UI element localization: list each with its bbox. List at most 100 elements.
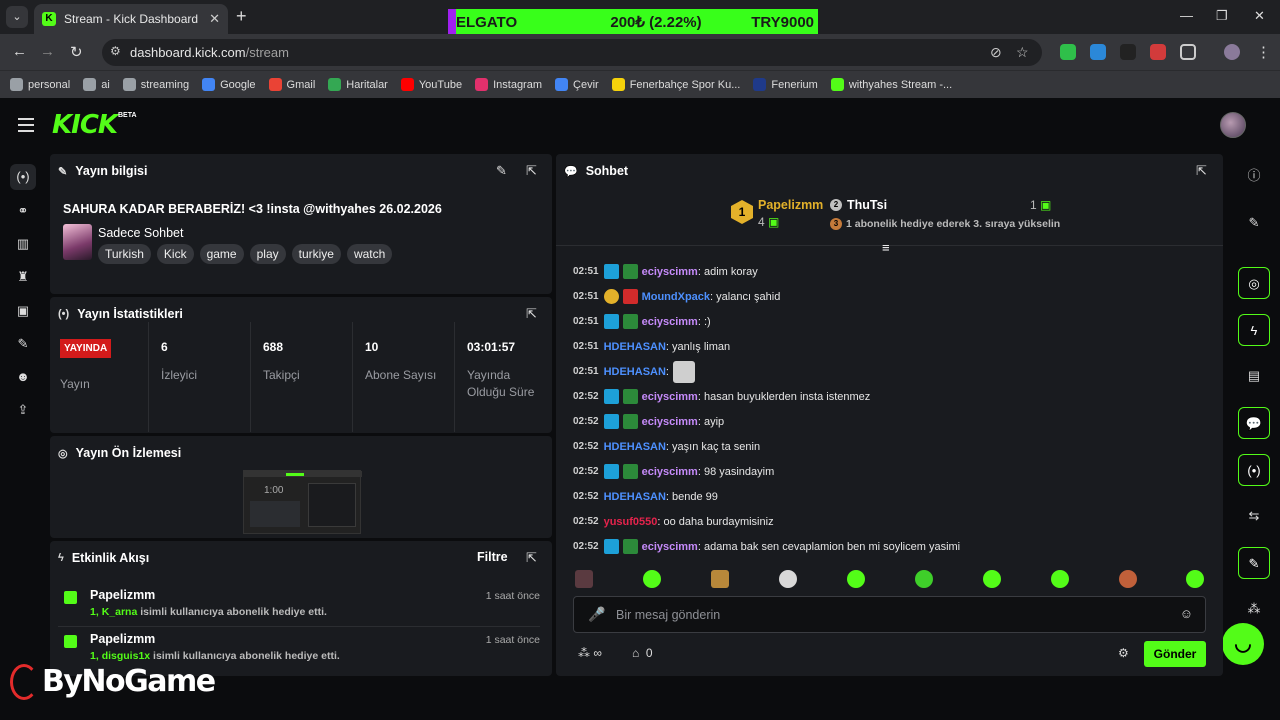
extension-icon[interactable]: [1150, 44, 1166, 60]
message-username[interactable]: MoundXpack: [642, 291, 710, 303]
emote-icon[interactable]: [983, 570, 1001, 588]
bookmark-item[interactable]: Google: [202, 78, 256, 91]
bookmark-item[interactable]: Haritalar: [328, 78, 388, 91]
menu-icon[interactable]: [18, 118, 34, 132]
event-user[interactable]: Papelizmm: [90, 588, 155, 602]
top-gifter-name[interactable]: Papelizmm: [758, 198, 823, 212]
bookmark-item[interactable]: streaming: [122, 78, 189, 91]
stream-preview-video[interactable]: 1:00: [243, 470, 362, 534]
lightning-icon[interactable]: ϟ: [1238, 314, 1270, 346]
bookmark-item[interactable]: Fenerium: [753, 78, 818, 91]
broadcast-icon[interactable]: (•): [1238, 454, 1270, 486]
forward-icon[interactable]: →: [40, 43, 55, 60]
bookmark-item[interactable]: YouTube: [400, 78, 462, 91]
browser-menu-icon[interactable]: ⋮: [1256, 43, 1271, 61]
event-user[interactable]: Papelizmm: [90, 632, 155, 646]
close-window-icon[interactable]: ✕: [1254, 8, 1265, 24]
shield-extension-icon[interactable]: [1060, 44, 1076, 60]
share-icon[interactable]: ⁂: [1238, 593, 1270, 625]
microphone-icon[interactable]: 🎤: [588, 606, 605, 623]
back-icon[interactable]: ←: [12, 43, 27, 60]
chat-icon[interactable]: 💬: [1238, 407, 1270, 439]
profile-avatar-icon[interactable]: [1224, 44, 1240, 60]
store-counter[interactable]: ⌂ 0: [632, 646, 653, 660]
support-headset-icon[interactable]: ◡: [1222, 623, 1264, 665]
tag-chip[interactable]: Turkish: [98, 244, 151, 264]
message-username[interactable]: eciyscimm: [642, 266, 698, 278]
emote-icon[interactable]: [915, 570, 933, 588]
chat-settings-icon[interactable]: ⚙: [1118, 646, 1129, 660]
tag-chip[interactable]: game: [199, 244, 244, 264]
emote-icon[interactable]: [1119, 570, 1137, 588]
browser-tab[interactable]: K Stream - Kick Dashboard ✕: [34, 4, 228, 34]
bookmark-item[interactable]: Çevir: [555, 78, 599, 91]
message-username[interactable]: yusuf0550: [604, 516, 658, 528]
channel-points[interactable]: ⁂ ∞: [578, 646, 602, 660]
analytics-icon[interactable]: ▥: [10, 231, 36, 257]
message-username[interactable]: HDEHASAN: [604, 341, 666, 353]
message-username[interactable]: eciyscimm: [642, 466, 698, 478]
minimize-icon[interactable]: —: [1180, 8, 1193, 23]
bookmark-item[interactable]: Fenerbahçe Spor Ku...: [611, 78, 740, 91]
upload-icon[interactable]: ⇪: [10, 397, 36, 423]
edit-icon[interactable]: ✎: [1238, 207, 1270, 239]
message-username[interactable]: HDEHASAN: [604, 366, 666, 378]
avatar[interactable]: [1220, 112, 1246, 138]
event-target[interactable]: disguis1x: [102, 650, 150, 662]
tab-search-icon[interactable]: ⌄: [6, 6, 28, 28]
message-username[interactable]: eciyscimm: [642, 416, 698, 428]
video-icon[interactable]: ▣: [10, 298, 36, 324]
tag-chip[interactable]: turkiye: [291, 244, 341, 264]
edit-pencil-icon[interactable]: ✎: [496, 163, 507, 179]
emote-icon[interactable]: [711, 570, 729, 588]
emote-icon[interactable]: [1186, 570, 1204, 588]
reload-icon[interactable]: ↻: [70, 43, 83, 61]
emote-icon[interactable]: [847, 570, 865, 588]
kick-logo[interactable]: KICK: [52, 110, 118, 140]
extensions-puzzle-icon[interactable]: [1180, 44, 1196, 60]
message-username[interactable]: eciyscimm: [642, 391, 698, 403]
notes-icon[interactable]: ▤: [1238, 360, 1270, 392]
popout-icon[interactable]: ⇱: [526, 550, 537, 566]
tag-chip[interactable]: Kick: [156, 244, 194, 264]
wrench-icon[interactable]: ✎: [10, 331, 36, 357]
video-switch-icon[interactable]: ⇆: [1238, 500, 1270, 532]
bookmark-item[interactable]: withyahes Stream -...: [830, 78, 952, 91]
new-tab-icon[interactable]: +: [236, 6, 247, 27]
trophy-icon[interactable]: ♜: [10, 264, 36, 290]
emote-icon[interactable]: [643, 570, 661, 588]
message-username[interactable]: HDEHASAN: [604, 441, 666, 453]
url-bar[interactable]: ⚙ dashboard.kick.com/stream ⊘ ☆: [102, 39, 1042, 66]
bookmark-item[interactable]: Gmail: [268, 78, 315, 91]
tag-chip[interactable]: watch: [346, 244, 393, 264]
message-username[interactable]: eciyscimm: [642, 316, 698, 328]
popout-icon[interactable]: ⇱: [526, 163, 537, 179]
event-target[interactable]: K_arna: [102, 606, 138, 618]
filter-button[interactable]: Filtre: [477, 550, 508, 564]
second-gifter-name[interactable]: ThuTsi: [847, 198, 887, 212]
tag-chip[interactable]: play: [249, 244, 286, 264]
popout-icon[interactable]: ⇱: [1196, 163, 1207, 179]
extension-icon[interactable]: [1120, 44, 1136, 60]
bookmark-item[interactable]: Instagram: [475, 78, 542, 91]
wrench-icon[interactable]: ✎: [1238, 547, 1270, 579]
message-username[interactable]: eciyscimm: [642, 541, 698, 553]
link-icon[interactable]: ⚭: [10, 198, 36, 224]
maximize-icon[interactable]: ❐: [1216, 8, 1228, 24]
tab-close-icon[interactable]: ✕: [209, 11, 220, 27]
chat-input[interactable]: 🎤 Bir mesaj gönderin ☺: [573, 596, 1206, 633]
extension-icon[interactable]: [1090, 44, 1106, 60]
bookmark-item[interactable]: ai: [83, 78, 110, 91]
bookmark-item[interactable]: personal: [10, 78, 70, 91]
users-icon[interactable]: ☻: [10, 364, 36, 390]
send-button[interactable]: Gönder: [1144, 641, 1206, 667]
popout-icon[interactable]: ⇱: [526, 306, 537, 322]
emoji-icon[interactable]: ☺: [1180, 606, 1193, 621]
camera-blocked-icon[interactable]: ⊘: [990, 44, 1002, 61]
emote-icon[interactable]: [779, 570, 797, 588]
emote-icon[interactable]: [1051, 570, 1069, 588]
stream-broadcast-icon[interactable]: (•): [10, 164, 36, 190]
site-info-icon[interactable]: ⚙: [110, 44, 121, 58]
info-icon[interactable]: ⓘ: [1238, 160, 1270, 192]
message-username[interactable]: HDEHASAN: [604, 491, 666, 503]
